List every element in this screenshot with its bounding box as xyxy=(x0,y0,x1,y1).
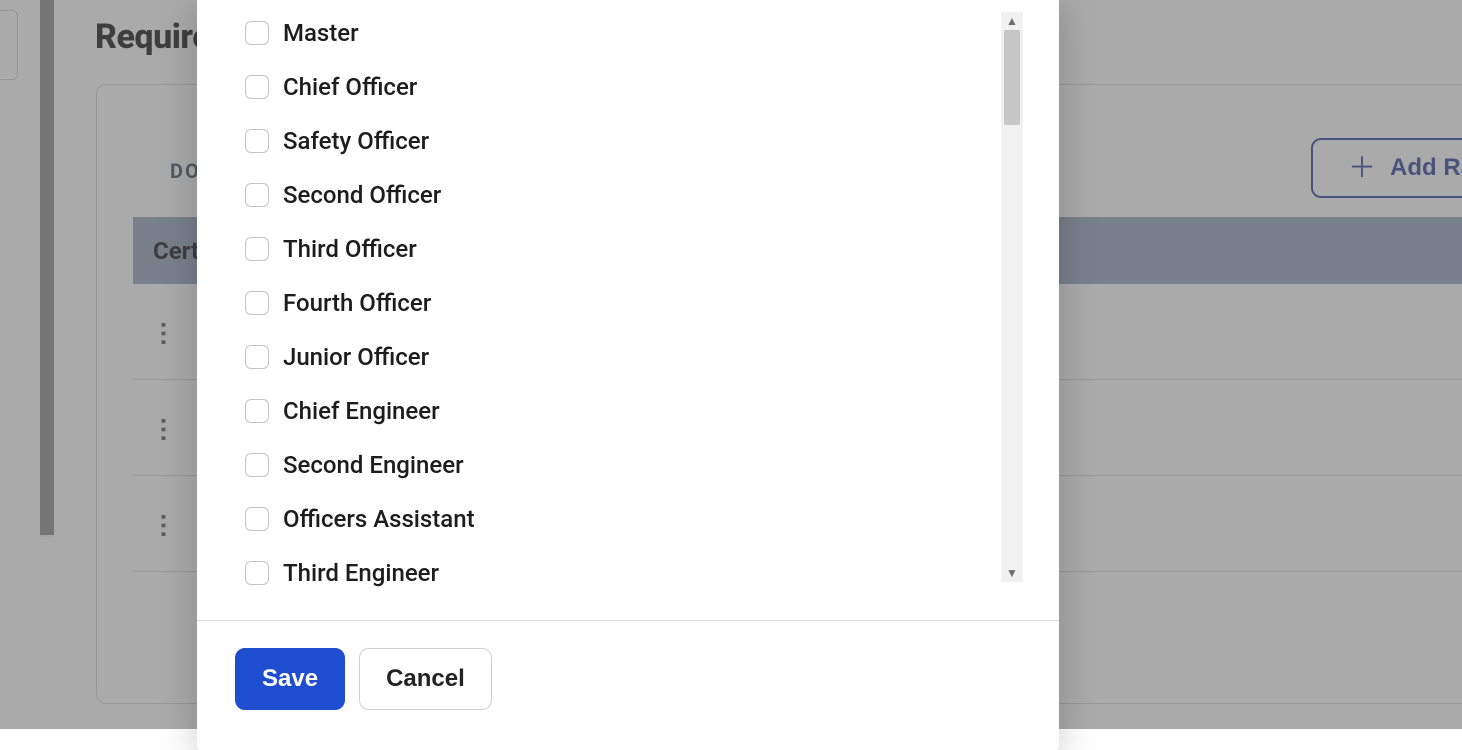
save-button[interactable]: Save xyxy=(235,648,345,710)
rank-option[interactable]: Officers Assistant xyxy=(245,492,1013,546)
scroll-up-icon[interactable]: ▲ xyxy=(1001,12,1023,30)
cancel-button[interactable]: Cancel xyxy=(359,648,492,710)
checkbox[interactable] xyxy=(245,129,269,153)
rank-option[interactable]: Chief Engineer xyxy=(245,384,1013,438)
rank-option[interactable]: Safety Officer xyxy=(245,114,1013,168)
scroll-down-icon[interactable]: ▼ xyxy=(1001,564,1023,582)
rank-options-list[interactable]: Master Chief Officer Safety Officer Seco… xyxy=(197,6,1023,620)
rank-option[interactable]: Fourth Officer xyxy=(245,276,1013,330)
rank-option[interactable]: Third Engineer xyxy=(245,546,1013,600)
rank-option-label: Second Officer xyxy=(283,181,441,209)
checkbox[interactable] xyxy=(245,507,269,531)
options-scrollbar[interactable]: ▲ ▼ xyxy=(1001,12,1023,582)
rank-option-label: Third Engineer xyxy=(283,559,439,587)
modal-footer: Save Cancel xyxy=(197,620,1059,750)
rank-option-label: Second Engineer xyxy=(283,451,464,479)
rank-option[interactable]: Third Officer xyxy=(245,222,1013,276)
rank-option-label: Officers Assistant xyxy=(283,505,475,533)
options-scrollbar-thumb[interactable] xyxy=(1004,30,1020,125)
checkbox[interactable] xyxy=(245,453,269,477)
checkbox[interactable] xyxy=(245,399,269,423)
rank-option-label: Third Officer xyxy=(283,235,417,263)
checkbox[interactable] xyxy=(245,237,269,261)
rank-option-label: Chief Engineer xyxy=(283,397,440,425)
rank-option[interactable]: Chief Officer xyxy=(245,60,1013,114)
rank-option[interactable]: Second Officer xyxy=(245,168,1013,222)
rank-option-label: Junior Officer xyxy=(283,343,429,371)
rank-option[interactable]: Second Engineer xyxy=(245,438,1013,492)
rank-option-label: Master xyxy=(283,19,359,47)
rank-select-modal: Master Chief Officer Safety Officer Seco… xyxy=(197,0,1059,750)
modal-body: Master Chief Officer Safety Officer Seco… xyxy=(197,0,1059,620)
rank-option-label: Safety Officer xyxy=(283,127,429,155)
checkbox[interactable] xyxy=(245,75,269,99)
checkbox[interactable] xyxy=(245,21,269,45)
checkbox[interactable] xyxy=(245,345,269,369)
checkbox[interactable] xyxy=(245,183,269,207)
checkbox[interactable] xyxy=(245,291,269,315)
rank-option-label: Fourth Officer xyxy=(283,289,431,317)
checkbox[interactable] xyxy=(245,561,269,585)
rank-option[interactable]: Master xyxy=(245,6,1013,60)
rank-option-label: Chief Officer xyxy=(283,73,417,101)
rank-option[interactable]: Junior Officer xyxy=(245,330,1013,384)
